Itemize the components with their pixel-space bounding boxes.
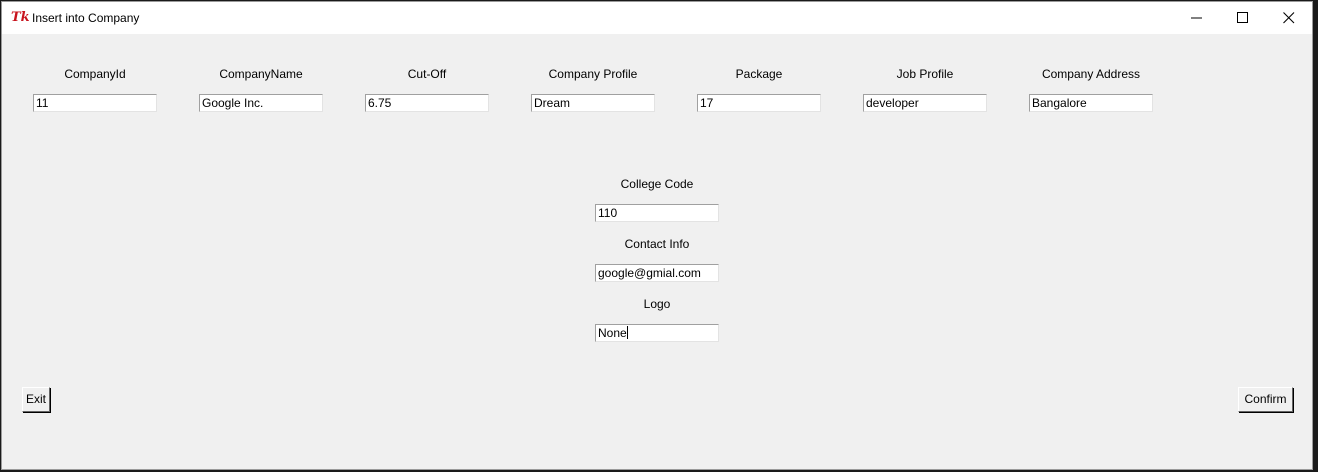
title-bar[interactable]: Tk Insert into Company (2, 2, 1312, 34)
cut-off-field[interactable]: 6.75 (365, 94, 489, 112)
tk-app-icon: Tk (11, 10, 30, 25)
contact-info-label: Contact Info (624, 237, 690, 251)
maximize-icon (1237, 12, 1248, 23)
confirm-button[interactable]: Confirm (1238, 387, 1293, 412)
company-id-label: CompanyId (64, 67, 126, 81)
company-address-label: Company Address (1041, 67, 1141, 81)
company-profile-label: Company Profile (548, 67, 638, 81)
college-code-label: College Code (620, 177, 694, 191)
text-caret (626, 326, 628, 339)
minimize-button[interactable] (1174, 2, 1220, 34)
package-label: Package (735, 67, 783, 81)
college-code-field[interactable]: 110 (595, 204, 719, 222)
job-profile-field[interactable]: developer (863, 94, 987, 112)
logo-field[interactable]: None (595, 324, 719, 342)
close-button[interactable] (1266, 2, 1312, 34)
company-name-label: CompanyName (219, 67, 303, 81)
close-icon (1283, 12, 1295, 24)
package-field[interactable]: 17 (697, 94, 821, 112)
logo-label: Logo (643, 297, 671, 311)
exit-button[interactable]: Exit (22, 387, 50, 412)
logo-field-text: None (598, 326, 627, 340)
cut-off-label: Cut-Off (407, 67, 447, 81)
app-window: Tk Insert into Company CompanyId 11 Comp… (1, 1, 1313, 470)
contact-info-field[interactable]: google@gmial.com (595, 264, 719, 282)
minimize-icon (1191, 17, 1202, 19)
company-name-field[interactable]: Google Inc. (199, 94, 323, 112)
window-title: Insert into Company (32, 11, 140, 25)
job-profile-label: Job Profile (896, 67, 954, 81)
company-profile-field[interactable]: Dream (531, 94, 655, 112)
company-address-field[interactable]: Bangalore (1029, 94, 1153, 112)
company-id-field[interactable]: 11 (33, 94, 157, 112)
maximize-button[interactable] (1220, 2, 1266, 34)
